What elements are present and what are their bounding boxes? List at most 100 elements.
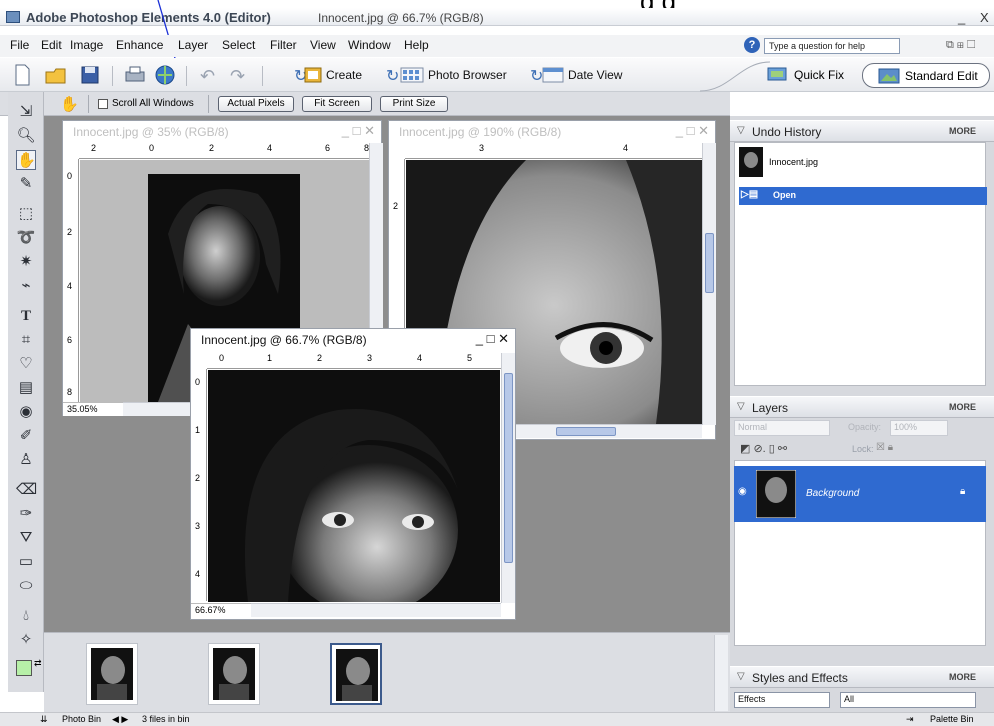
quick-fix-button[interactable]: Quick Fix <box>766 64 858 86</box>
palette-bin-label[interactable]: Palette Bin <box>930 714 974 724</box>
swap-colors-icon[interactable]: ⇄ <box>34 658 42 669</box>
document-controls-190[interactable]: _ □ ✕ <box>676 123 709 139</box>
open-folder-icon[interactable] <box>44 64 68 86</box>
collapse-triangle-icon[interactable]: ▽ <box>737 401 745 412</box>
menu-window[interactable]: Window <box>348 38 391 52</box>
menu-filter[interactable]: Filter <box>270 38 297 52</box>
date-view-button[interactable]: Date View <box>568 68 622 82</box>
red-eye-tool-icon[interactable]: ◉ <box>16 402 36 422</box>
horizontal-ruler: 0 1 2 3 4 5 <box>207 353 501 369</box>
photo-browser-button[interactable]: Photo Browser <box>428 68 507 82</box>
create-button[interactable]: Create <box>326 68 362 82</box>
fit-screen-button[interactable]: Fit Screen <box>302 96 372 112</box>
palette-bin-toggle-icon[interactable]: ⇥ <box>906 714 914 725</box>
undo-history-list: Innocent.jpg ▷▤ Open <box>734 142 987 386</box>
document-canvas-66[interactable] <box>208 370 500 602</box>
menu-file[interactable]: File <box>10 38 29 52</box>
create-icon[interactable] <box>304 66 324 84</box>
undo-history-more-button[interactable]: MORE <box>949 126 976 136</box>
eyedropper-tool-icon[interactable]: ✎ <box>16 174 36 194</box>
type-tool-icon[interactable]: T <box>16 306 36 326</box>
marquee-tool-icon[interactable]: ⬚ <box>16 204 36 224</box>
document-window-66[interactable]: Innocent.jpg @ 66.7% (RGB/8) _ □ ✕ 0 1 2… <box>190 328 516 620</box>
online-services-icon[interactable] <box>154 64 176 86</box>
layers-more-button[interactable]: MORE <box>949 402 976 412</box>
eraser-tool-icon[interactable]: ⌫ <box>16 480 37 500</box>
menu-enhance[interactable]: Enhance <box>116 38 163 52</box>
standard-edit-button[interactable]: Standard Edit <box>862 63 990 88</box>
thumbnail-image <box>336 649 378 701</box>
magic-wand-tool-icon[interactable]: ✷ <box>16 252 36 272</box>
selection-brush-tool-icon[interactable]: ⌁ <box>16 276 36 296</box>
hand-tool-button-icon[interactable]: ✋ <box>16 150 36 170</box>
history-step-open[interactable]: ▷▤ Open <box>739 187 987 205</box>
menu-layer[interactable]: Layer <box>178 38 208 52</box>
healing-brush-tool-icon[interactable]: ✐ <box>16 426 36 446</box>
history-step-label: Open <box>773 190 797 200</box>
styles-effects-header[interactable]: ▽ Styles and Effects MORE <box>730 666 994 688</box>
date-view-icon[interactable] <box>542 66 564 84</box>
photo-browser-icon[interactable] <box>400 66 424 84</box>
crop-tool-icon[interactable]: ⌗ <box>16 330 36 350</box>
lock-icons[interactable]: ☒ 🔒︎ <box>876 442 893 453</box>
photo-bin-scrollbar[interactable] <box>714 635 728 711</box>
layers-header[interactable]: ▽ Layers MORE <box>730 396 994 418</box>
collapse-triangle-icon[interactable]: ▽ <box>737 671 745 682</box>
save-icon[interactable] <box>80 64 100 86</box>
print-size-button[interactable]: Print Size <box>380 96 448 112</box>
redo-icon[interactable]: ↷ <box>230 66 245 87</box>
photo-bin-toggle-icon[interactable]: ⇊ <box>40 714 48 725</box>
styles-effects-more-button[interactable]: MORE <box>949 672 976 682</box>
photo-bin-label[interactable]: Photo Bin <box>62 714 101 724</box>
actual-pixels-button[interactable]: Actual Pixels <box>218 96 294 112</box>
menu-help[interactable]: Help <box>404 38 429 52</box>
blur-tool-icon[interactable]: 💧︎ <box>16 606 36 626</box>
document-title-66: Innocent.jpg @ 66.7% (RGB/8) <box>191 329 515 351</box>
menu-select[interactable]: Select <box>222 38 255 52</box>
menu-image[interactable]: Image <box>70 38 103 52</box>
photo-bin-thumbnail-selected[interactable] <box>330 643 382 705</box>
window-arrange-icon[interactable]: ⧉ ⊞ ☐ <box>946 39 975 52</box>
photo-bin-thumbnail[interactable] <box>208 643 260 705</box>
new-file-icon[interactable] <box>12 64 32 86</box>
collapse-triangle-icon[interactable]: ▽ <box>737 125 745 136</box>
clone-stamp-tool-icon[interactable]: ♙ <box>16 450 36 470</box>
menu-view[interactable]: View <box>310 38 336 52</box>
cookie-cutter-tool-icon[interactable]: ♡ <box>16 354 36 374</box>
brush-tool-icon[interactable]: ✑ <box>16 504 36 524</box>
sponge-tool-icon[interactable]: ✧ <box>16 630 36 650</box>
eye-visibility-icon[interactable]: ◉ <box>738 486 747 497</box>
vertical-ruler: 0 2 4 6 8 <box>63 159 79 405</box>
undo-icon[interactable]: ↶ <box>200 66 215 87</box>
print-icon[interactable] <box>124 64 146 86</box>
layer-tools-icon[interactable]: ◩ ⊘. ▯ ⚯ <box>740 442 787 455</box>
move-tool-icon[interactable]: ⇲ <box>16 102 36 122</box>
scroll-all-windows-checkbox[interactable] <box>98 99 108 109</box>
shape-tool-icon[interactable]: ⬭ <box>16 576 36 596</box>
photo-bin-thumbnail[interactable] <box>86 643 138 705</box>
horizontal-scrollbar[interactable] <box>251 603 501 617</box>
styles-category-select[interactable]: Effects <box>734 692 830 708</box>
document-controls-35[interactable]: _ □ ✕ <box>342 123 375 139</box>
close-button[interactable]: X <box>980 10 989 25</box>
zoom-tool-icon[interactable]: 🔍︎ <box>16 126 36 146</box>
minimize-button[interactable]: _ <box>958 10 965 25</box>
opacity-field[interactable]: 100% <box>890 420 948 436</box>
snapshot-name[interactable]: Innocent.jpg <box>769 157 818 167</box>
paint-bucket-tool-icon[interactable]: ⛛ <box>16 528 36 548</box>
styles-filter-select[interactable]: All <box>840 692 976 708</box>
blend-mode-select[interactable]: Normal <box>734 420 830 436</box>
straighten-tool-icon[interactable]: ▤ <box>16 378 36 398</box>
lasso-tool-icon[interactable]: ➰ <box>16 228 36 248</box>
vertical-scrollbar[interactable] <box>501 353 515 603</box>
photo-browser-arrow-icon[interactable]: ↻ <box>386 66 399 86</box>
gradient-tool-icon[interactable]: ▭ <box>16 552 36 572</box>
document-controls-66[interactable]: _ □ ✕ <box>476 331 509 347</box>
foreground-color-swatch[interactable] <box>16 660 32 676</box>
vertical-scrollbar[interactable] <box>702 143 716 425</box>
previous-image-icon[interactable]: ◀ ▶ <box>112 714 128 725</box>
help-search-input[interactable]: Type a question for help <box>764 38 900 54</box>
menu-edit[interactable]: Edit <box>41 38 62 52</box>
undo-history-header[interactable]: ▽ Undo History MORE <box>730 120 994 142</box>
layer-background[interactable]: ◉ Background 🔒︎ <box>734 466 986 522</box>
